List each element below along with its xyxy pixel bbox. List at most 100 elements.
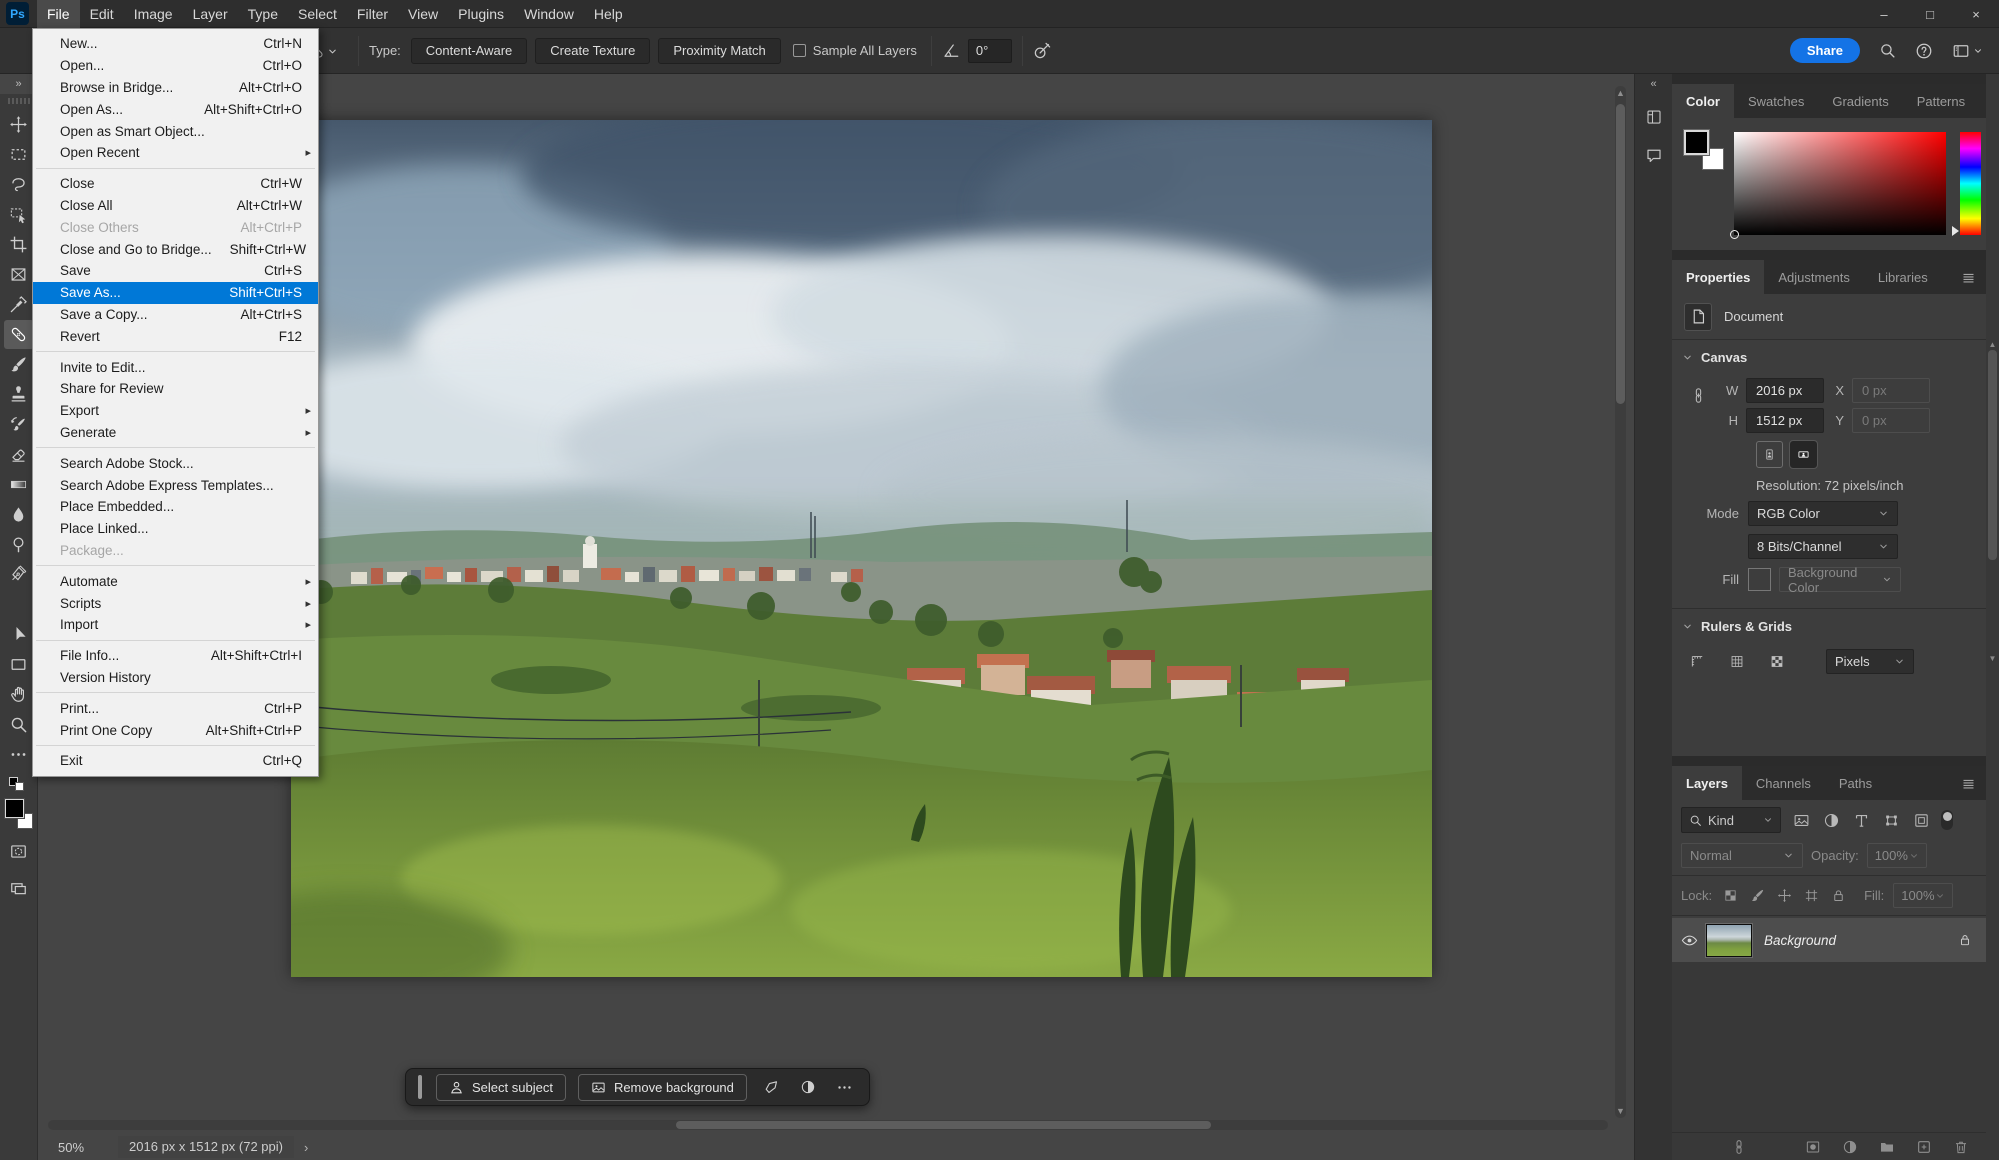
file-menu-item[interactable]: Search Adobe Express Templates... xyxy=(33,474,318,496)
layer-row-background[interactable]: Background xyxy=(1672,918,1986,962)
new-layer-icon[interactable] xyxy=(1913,1136,1935,1158)
file-menu-item[interactable] xyxy=(33,347,318,356)
maximize-button[interactable]: □ xyxy=(1907,0,1953,28)
height-input[interactable]: 1512 px xyxy=(1746,408,1824,433)
menubar-item[interactable]: Select xyxy=(288,0,347,28)
new-group-icon[interactable] xyxy=(1876,1136,1898,1158)
file-menu-item[interactable]: Exit Ctrl+Q xyxy=(33,750,318,772)
file-menu-item[interactable]: Scripts ▸ xyxy=(33,592,318,614)
hue-slider-marker[interactable] xyxy=(1952,226,1959,236)
foreground-color-swatch[interactable] xyxy=(3,798,25,819)
frame-tool[interactable] xyxy=(4,260,34,289)
landscape-orientation-button[interactable] xyxy=(1789,440,1818,469)
color-panel-tab[interactable]: Gradients xyxy=(1818,84,1902,118)
tools-grip-handle[interactable] xyxy=(7,98,30,104)
menubar-item[interactable]: File xyxy=(37,0,80,28)
foreground-background-swatches[interactable] xyxy=(3,798,34,829)
type-tool[interactable] xyxy=(4,590,34,619)
path-selection-tool[interactable] xyxy=(4,620,34,649)
toggle-rulers-button[interactable] xyxy=(1684,648,1710,674)
layers-panel-tab[interactable]: Channels xyxy=(1742,766,1825,800)
panel-scroll-thumb[interactable] xyxy=(1988,350,1997,560)
file-menu-item[interactable]: Open... Ctrl+O xyxy=(33,55,318,77)
lock-artboard-icon[interactable] xyxy=(1802,887,1820,905)
zoom-tool[interactable] xyxy=(4,710,34,739)
color-panel-tab[interactable]: Color xyxy=(1672,84,1734,118)
menubar-item[interactable]: Window xyxy=(514,0,584,28)
width-input[interactable]: 2016 px xyxy=(1746,378,1824,403)
units-select[interactable]: Pixels xyxy=(1826,648,1914,674)
file-menu-item[interactable] xyxy=(33,688,318,697)
file-menu-item[interactable]: Print... Ctrl+P xyxy=(33,697,318,719)
file-menu-item[interactable]: Place Embedded... xyxy=(33,496,318,518)
edit-toolbar-button[interactable] xyxy=(4,740,34,769)
portrait-orientation-button[interactable] xyxy=(1756,441,1783,468)
properties-panel-tab[interactable]: Properties xyxy=(1672,260,1765,294)
eyedropper-tool[interactable] xyxy=(4,290,34,319)
scroll-up-arrow[interactable]: ▲ xyxy=(1615,88,1626,98)
more-options-button[interactable] xyxy=(832,1079,857,1096)
file-menu-item[interactable]: Print One Copy Alt+Shift+Ctrl+P xyxy=(33,719,318,741)
healing-type-button[interactable]: Content-Aware xyxy=(410,37,528,64)
history-brush-tool[interactable] xyxy=(4,410,34,439)
menubar-item[interactable]: Type xyxy=(238,0,288,28)
file-menu-item[interactable]: Open Recent ▸ xyxy=(33,142,318,164)
pen-tool[interactable] xyxy=(4,560,34,589)
help-button[interactable] xyxy=(1915,42,1933,60)
rectangle-tool[interactable] xyxy=(4,650,34,679)
lock-image-pixels-icon[interactable] xyxy=(1748,887,1766,905)
file-menu-item[interactable]: Version History xyxy=(33,667,318,689)
share-button[interactable]: Share xyxy=(1789,38,1860,63)
libraries-panel-button[interactable] xyxy=(1639,102,1669,132)
transform-selection-button[interactable] xyxy=(759,1079,784,1096)
spot-healing-brush-tool[interactable] xyxy=(3,320,34,349)
file-menu-item[interactable] xyxy=(33,561,318,570)
pen-pressure-icon[interactable] xyxy=(1033,41,1052,60)
search-button[interactable] xyxy=(1879,42,1896,59)
object-selection-tool[interactable] xyxy=(4,200,34,229)
file-menu-item[interactable]: Revert F12 xyxy=(33,325,318,347)
layers-panel-tab[interactable]: Layers xyxy=(1672,766,1742,800)
comments-panel-button[interactable] xyxy=(1639,140,1669,170)
file-menu-item[interactable]: Generate ▸ xyxy=(33,422,318,444)
layer-filter-toggle[interactable] xyxy=(1941,810,1953,830)
file-menu-item[interactable] xyxy=(33,741,318,750)
foreground-color-swatch[interactable] xyxy=(1683,129,1710,156)
canvas-section-header[interactable]: Canvas xyxy=(1672,340,1986,371)
layer-visibility-toggle[interactable] xyxy=(1672,931,1706,950)
file-menu-item[interactable]: Open as Smart Object... xyxy=(33,120,318,142)
workspace-button[interactable] xyxy=(1952,42,1983,60)
menubar-item[interactable]: View xyxy=(398,0,448,28)
zoom-level[interactable]: 50% xyxy=(58,1140,104,1155)
new-adjustment-layer-icon[interactable] xyxy=(1839,1136,1861,1158)
filter-smart-objects-icon[interactable] xyxy=(1910,809,1932,831)
dodge-tool[interactable] xyxy=(4,530,34,559)
file-menu-item[interactable]: Place Linked... xyxy=(33,518,318,540)
eraser-tool[interactable] xyxy=(4,440,34,469)
link-dimensions-icon[interactable] xyxy=(1690,387,1707,404)
menubar-item[interactable]: Layer xyxy=(183,0,238,28)
remove-background-button[interactable]: Remove background xyxy=(577,1073,747,1101)
file-menu-item[interactable]: Package... xyxy=(33,540,318,562)
sample-all-layers-checkbox[interactable] xyxy=(792,44,806,57)
bit-depth-select[interactable]: 8 Bits/Channel xyxy=(1748,534,1898,559)
lock-transparent-pixels-icon[interactable] xyxy=(1721,887,1739,905)
menubar-item[interactable]: Image xyxy=(124,0,183,28)
add-layer-mask-icon[interactable] xyxy=(1802,1136,1824,1158)
file-menu-item[interactable]: Save As... Shift+Ctrl+S xyxy=(33,281,318,304)
toggle-grid-button[interactable] xyxy=(1724,648,1750,674)
file-menu-item[interactable]: Invite to Edit... xyxy=(33,356,318,378)
menubar-item[interactable]: Filter xyxy=(347,0,398,28)
lock-position-icon[interactable] xyxy=(1775,887,1793,905)
filter-shape-layers-icon[interactable] xyxy=(1880,809,1902,831)
angle-input[interactable]: 0° xyxy=(967,38,1012,63)
hue-slider[interactable] xyxy=(1952,132,1981,236)
brush-tool[interactable] xyxy=(4,350,34,379)
file-menu-item[interactable] xyxy=(33,443,318,452)
file-menu-item[interactable]: Save Ctrl+S xyxy=(33,260,318,282)
file-menu-item[interactable]: Export ▸ xyxy=(33,400,318,422)
scroll-down-arrow[interactable]: ▼ xyxy=(1615,1106,1626,1116)
filter-pixel-layers-icon[interactable] xyxy=(1790,809,1812,831)
lasso-tool[interactable] xyxy=(4,170,34,199)
healing-type-button[interactable]: Create Texture xyxy=(535,37,651,64)
